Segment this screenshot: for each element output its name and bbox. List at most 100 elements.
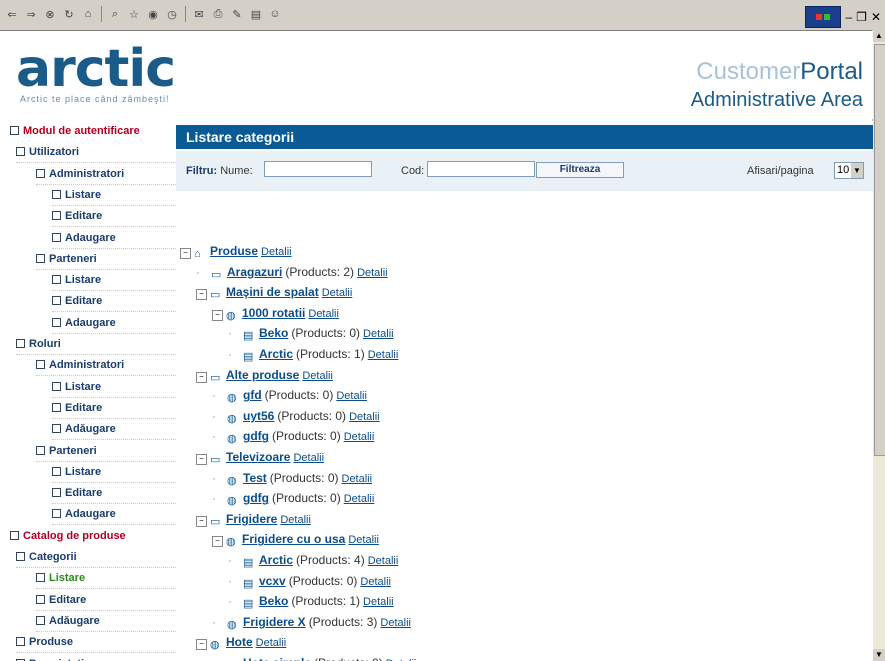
- details-link[interactable]: Detalii: [344, 493, 375, 505]
- details-link[interactable]: Detalii: [322, 287, 353, 299]
- search-icon[interactable]: ⌕: [107, 6, 123, 22]
- collapse-icon[interactable]: −: [196, 371, 207, 383]
- category-link[interactable]: uyt56: [243, 409, 274, 423]
- sidebar-item[interactable]: Adaugare: [52, 313, 176, 334]
- sidebar-item-content[interactable]: Listare: [52, 462, 176, 482]
- category-link[interactable]: Produse: [210, 244, 258, 258]
- sidebar-item-content[interactable]: Administratori: [36, 164, 176, 184]
- category-link[interactable]: Televizoare: [226, 450, 290, 464]
- sidebar-item-content[interactable]: Listare: [36, 568, 176, 588]
- details-link[interactable]: Detalii: [293, 452, 324, 464]
- sidebar-item[interactable]: Utilizatori: [16, 142, 176, 164]
- print-icon[interactable]: ⎙: [210, 6, 226, 22]
- details-link[interactable]: Detalii: [280, 514, 311, 526]
- filter-button[interactable]: Filtreaza: [536, 162, 624, 178]
- details-link[interactable]: Detalii: [336, 390, 367, 402]
- details-link[interactable]: Detalii: [302, 370, 333, 382]
- category-link[interactable]: Beko: [259, 594, 288, 608]
- details-link[interactable]: Detalii: [342, 473, 373, 485]
- collapse-icon[interactable]: −: [180, 248, 191, 259]
- collapse-icon[interactable]: −: [196, 515, 207, 527]
- category-link[interactable]: Alte produse: [226, 368, 299, 382]
- sidebar-item[interactable]: Editare: [52, 206, 176, 228]
- restore-icon[interactable]: ❐: [856, 10, 867, 24]
- sidebar-item[interactable]: Modul de autentificare: [10, 121, 176, 141]
- sidebar-item-content[interactable]: Adăugare: [52, 419, 176, 439]
- sidebar-item-content[interactable]: Utilizatori: [16, 142, 176, 162]
- sidebar-item[interactable]: Listare: [52, 185, 176, 206]
- sidebar-item[interactable]: Roluri: [16, 334, 176, 355]
- details-link[interactable]: Detalii: [357, 267, 388, 279]
- category-link[interactable]: Beko: [259, 326, 288, 340]
- sidebar-item-content[interactable]: Listare: [52, 270, 176, 290]
- details-link[interactable]: Detalii: [368, 349, 399, 361]
- sidebar-item[interactable]: Administratori: [36, 355, 176, 377]
- sidebar-item-content[interactable]: Editare: [52, 206, 176, 226]
- refresh-icon[interactable]: ↻: [61, 6, 77, 22]
- mail-icon[interactable]: ✉: [191, 6, 207, 22]
- sidebar-item-content[interactable]: Listare: [52, 185, 176, 205]
- sidebar-item-content[interactable]: Adaugare: [52, 228, 176, 248]
- details-link[interactable]: Detalii: [368, 555, 399, 567]
- category-link[interactable]: Arctic: [259, 347, 293, 361]
- collapse-icon[interactable]: −: [212, 536, 223, 548]
- details-link[interactable]: Detalii: [261, 246, 292, 258]
- details-link[interactable]: Detalii: [363, 596, 394, 608]
- sidebar-item-content[interactable]: Catalog de produse: [10, 526, 176, 546]
- collapse-icon[interactable]: −: [196, 454, 207, 465]
- arctic-logo[interactable]: arctic: [16, 43, 176, 95]
- category-link[interactable]: Arctic: [259, 553, 293, 567]
- minimize-icon[interactable]: –: [845, 10, 852, 24]
- sidebar-item[interactable]: Adaugare: [52, 228, 176, 249]
- category-link[interactable]: Frigidere cu o usa: [242, 532, 345, 546]
- scroll-thumb[interactable]: [874, 44, 885, 456]
- details-link[interactable]: Detalii: [308, 308, 339, 320]
- sidebar-item[interactable]: Listare: [52, 270, 176, 292]
- sidebar-item-content[interactable]: Listare: [52, 377, 176, 397]
- code-input[interactable]: [427, 161, 535, 177]
- page-scrollbar[interactable]: ▲ ▼: [872, 30, 885, 661]
- details-link[interactable]: Detalii: [360, 576, 391, 588]
- category-link[interactable]: Test: [243, 471, 267, 485]
- category-link[interactable]: gdfg: [243, 429, 269, 443]
- collapse-icon[interactable]: −: [196, 639, 207, 651]
- sidebar-item-content[interactable]: Adăugare: [36, 611, 176, 631]
- sidebar-item-content[interactable]: Proprietati: [16, 654, 176, 661]
- sidebar-item-content[interactable]: Adaugare: [52, 313, 176, 333]
- sidebar-item[interactable]: Listare: [36, 568, 176, 590]
- sidebar-item[interactable]: Administratori: [36, 164, 176, 185]
- details-link[interactable]: Detalii: [344, 431, 375, 443]
- category-link[interactable]: 1000 rotatii: [242, 306, 305, 320]
- sidebar-item[interactable]: Adăugare: [52, 419, 176, 441]
- stop-icon[interactable]: ⊗: [42, 6, 58, 22]
- sidebar-item-content[interactable]: Editare: [52, 398, 176, 418]
- messenger-icon[interactable]: ☺: [267, 6, 283, 22]
- sidebar-item-content[interactable]: Adaugare: [52, 504, 176, 524]
- sidebar-item[interactable]: Editare: [52, 291, 176, 313]
- back-icon[interactable]: ⇐: [4, 6, 20, 22]
- close-icon[interactable]: ✕: [871, 10, 881, 24]
- discuss-icon[interactable]: ▤: [248, 6, 264, 22]
- category-link[interactable]: Hote: [226, 635, 253, 649]
- sidebar-item[interactable]: Produse: [16, 632, 176, 654]
- sidebar-item-content[interactable]: Roluri: [16, 334, 176, 354]
- sidebar-item[interactable]: Categorii: [16, 547, 176, 568]
- details-link[interactable]: Detalii: [256, 637, 287, 649]
- sidebar-item[interactable]: Editare: [52, 483, 176, 505]
- sidebar-item[interactable]: Listare: [52, 377, 176, 398]
- sidebar-item[interactable]: Adaugare: [52, 504, 176, 526]
- sidebar-item[interactable]: Adăugare: [36, 611, 176, 632]
- category-link[interactable]: gdfg: [243, 491, 269, 505]
- media-icon[interactable]: ◉: [145, 6, 161, 22]
- chevron-down-icon[interactable]: ▼: [851, 163, 863, 178]
- details-link[interactable]: Detalii: [349, 411, 380, 423]
- details-link[interactable]: Detalii: [380, 617, 411, 629]
- favorites-icon[interactable]: ☆: [126, 6, 142, 22]
- name-input[interactable]: [264, 161, 372, 177]
- category-link[interactable]: Frigidere X: [243, 615, 306, 629]
- sidebar-item-content[interactable]: Administratori: [36, 355, 176, 375]
- sidebar-item-content[interactable]: Editare: [52, 291, 176, 311]
- sidebar-item-content[interactable]: Parteneri: [36, 441, 176, 461]
- sidebar-item[interactable]: Catalog de produse: [10, 526, 176, 546]
- category-link[interactable]: vcxv: [259, 574, 286, 588]
